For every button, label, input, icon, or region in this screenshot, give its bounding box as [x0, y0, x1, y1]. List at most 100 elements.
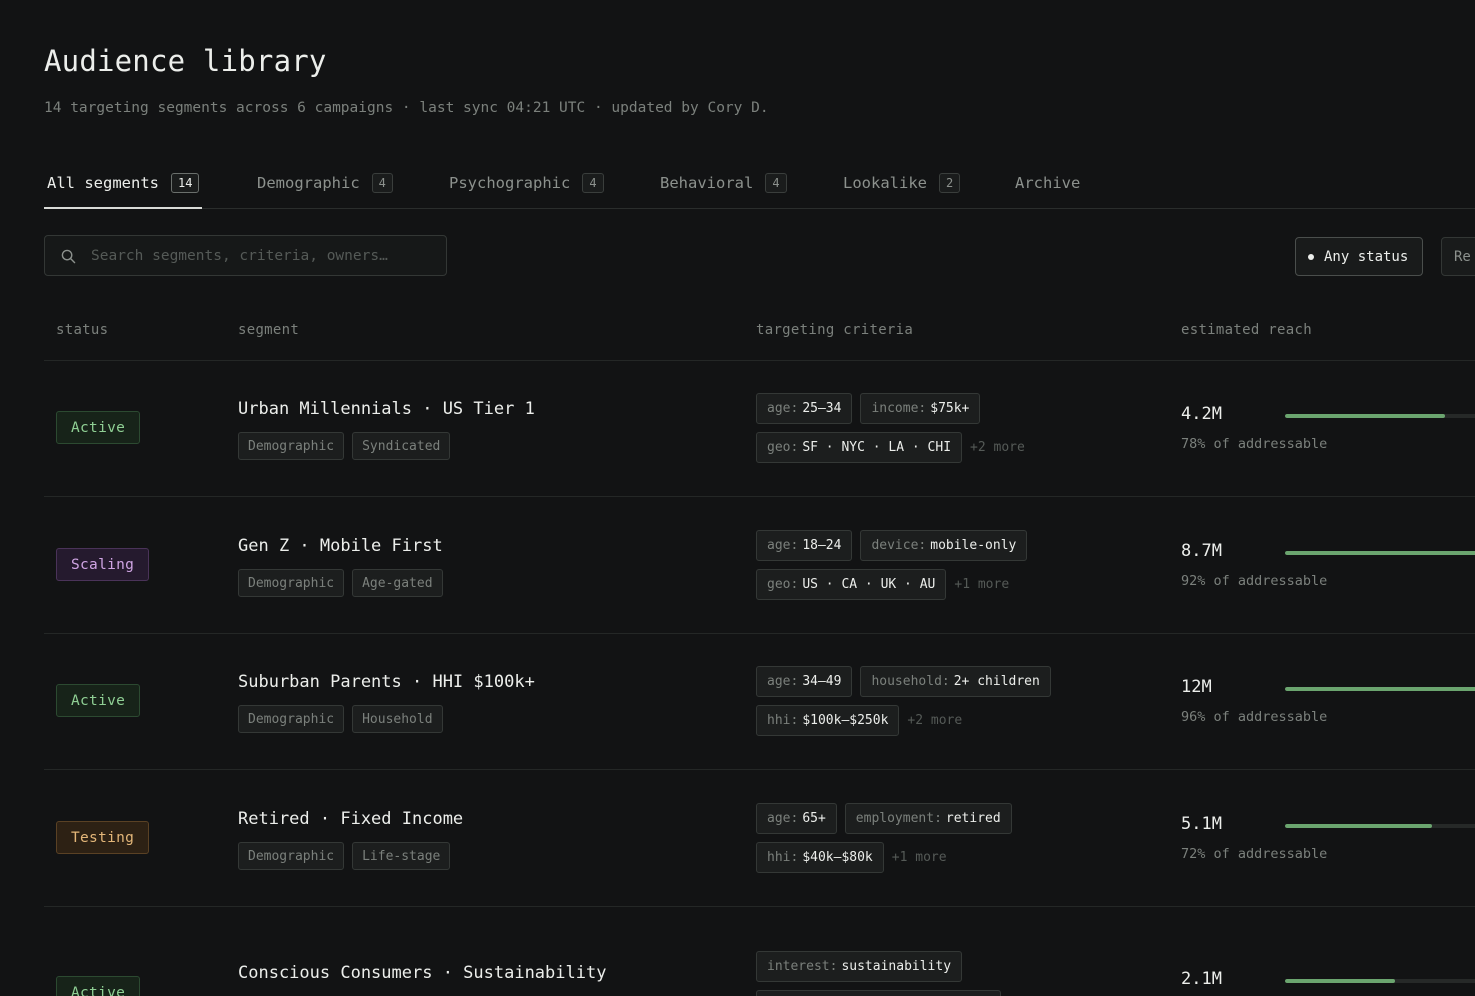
page-subtitle: 14 targeting segments across 6 campaigns…: [44, 100, 769, 116]
criteria-chip[interactable]: device: mobile-only: [860, 530, 1028, 561]
criteria-key: age:: [767, 401, 799, 416]
reach-bar-fill: [1285, 414, 1446, 418]
search-icon: [61, 249, 76, 264]
reach-bar-fill: [1285, 687, 1475, 691]
reach-percent: 78% of addressable: [1181, 436, 1328, 452]
reach-bar: [1285, 414, 1475, 418]
search-input[interactable]: [91, 236, 431, 275]
segment-tag: Demographic: [238, 705, 345, 733]
column-header-status[interactable]: status: [56, 322, 108, 338]
status-filter-button[interactable]: Any status: [1295, 237, 1424, 276]
segment-tag: Demographic: [238, 432, 345, 460]
criteria-chip[interactable]: age: 65+: [756, 803, 837, 834]
tab-label: Psychographic: [449, 174, 571, 192]
reach-bar: [1285, 824, 1475, 828]
tab-count-badge: 4: [371, 173, 393, 193]
column-header-segment[interactable]: segment: [238, 322, 299, 338]
criteria-chip[interactable]: age: 18–24: [756, 530, 853, 561]
tab-label: Lookalike: [843, 174, 927, 192]
segment-tags: Demographic Household: [238, 705, 443, 733]
criteria-value: retired: [945, 811, 1001, 826]
tab-lookalike[interactable]: Lookalike 2: [843, 158, 961, 208]
criteria-value: SF · NYC · LA · CHI: [802, 440, 952, 455]
tab-psychographic[interactable]: Psychographic 4: [449, 158, 604, 208]
reach-value: 2.1M: [1181, 969, 1222, 989]
criteria-key: age:: [767, 674, 799, 689]
tab-count-badge: 4: [765, 173, 787, 193]
criteria-chip[interactable]: geo: US · CA · UK · AU: [756, 569, 947, 600]
criteria-value: mobile-only: [930, 538, 1017, 553]
segment-name[interactable]: Gen Z · Mobile First: [238, 536, 443, 556]
table-row[interactable]: Active Conscious Consumers · Sustainabili…: [44, 906, 1475, 996]
reach-percent: 72% of addressable: [1181, 846, 1328, 862]
reach-value: 5.1M: [1181, 814, 1222, 834]
search-box[interactable]: [44, 235, 447, 276]
criteria-chip[interactable]: geo: SF · NYC · LA · CHI: [756, 432, 963, 463]
segment-tag: Age-gated: [352, 569, 443, 597]
reach-percent: 92% of addressable: [1181, 573, 1328, 589]
tab-archive[interactable]: Archive: [1015, 158, 1080, 208]
column-header-reach[interactable]: estimated reach: [1181, 322, 1312, 338]
criteria-key: employment:: [855, 811, 942, 826]
table-row[interactable]: Active Suburban Parents · HHI $100k+ Demog…: [44, 633, 1475, 770]
status-badge: Testing: [56, 821, 150, 854]
segment-name[interactable]: Retired · Fixed Income: [238, 809, 463, 829]
tab-label: Behavioral: [660, 174, 754, 192]
criteria-key: income:: [871, 401, 927, 416]
criteria-value: sustainability: [841, 959, 952, 974]
criteria-chip[interactable]: age: 34–49: [756, 666, 853, 697]
tab-demographic[interactable]: Demographic 4: [257, 158, 393, 208]
criteria-chip[interactable]: age: 25–34: [756, 393, 853, 424]
criteria-line: values:eco · ethical · local: [756, 990, 1002, 996]
criteria-value: 65+: [802, 811, 826, 826]
reach-bar-fill: [1285, 979, 1395, 983]
segment-tag: Life-stage: [352, 842, 451, 870]
table-row[interactable]: Testing Retired · Fixed Income Demographic…: [44, 770, 1475, 907]
criteria-value: 25–34: [802, 401, 842, 416]
criteria-chip[interactable]: household: 2+ children: [860, 666, 1051, 697]
criteria-chip[interactable]: hhi: $40k–$80k: [756, 842, 884, 873]
tab-behavioral[interactable]: Behavioral 4: [660, 158, 787, 208]
segment-name[interactable]: Suburban Parents · HHI $100k+: [238, 672, 535, 692]
segment-name[interactable]: Conscious Consumers · Sustainability: [238, 963, 606, 983]
tab-count-badge: 2: [939, 173, 961, 193]
criteria-chip[interactable]: employment: retired: [844, 803, 1012, 834]
segment-tags: Demographic Life-stage: [238, 842, 451, 870]
secondary-filter-label: Re: [1454, 248, 1471, 265]
more-criteria-link[interactable]: +1 more: [892, 850, 947, 865]
segment-tabs: All segments 14 Demographic 4 Psychographic 4…: [44, 158, 1475, 209]
criteria-key: hhi:: [767, 850, 799, 865]
status-dot-icon: [1308, 253, 1314, 260]
more-criteria-link[interactable]: +2 more: [970, 440, 1025, 455]
more-criteria-link[interactable]: +1 more: [954, 577, 1009, 592]
criteria-chip[interactable]: income: $75k+: [860, 393, 981, 424]
criteria-value: 34–49: [802, 674, 842, 689]
reach-bar: [1285, 687, 1475, 691]
criteria-line: geo: US · CA · UK · AU +1 more: [756, 569, 1009, 600]
criteria-key: device:: [871, 538, 927, 553]
tab-label: All segments: [47, 174, 159, 192]
reach-bar: [1285, 551, 1475, 555]
tab-all-segments[interactable]: All segments 14: [44, 158, 203, 209]
table-row[interactable]: Scaling Gen Z · Mobile First Demographic Ag…: [44, 497, 1475, 634]
criteria-line: age: 34–49 household: 2+ children: [756, 666, 1051, 697]
criteria-line: hhi: $100k–$250k +2 more: [756, 705, 962, 736]
secondary-filter-button[interactable]: Re: [1441, 237, 1475, 276]
status-badge: Active: [56, 411, 141, 444]
criteria-line: hhi: $40k–$80k +1 more: [756, 842, 947, 873]
criteria-chip[interactable]: hhi: $100k–$250k: [756, 705, 900, 736]
criteria-chip[interactable]: interest: sustainability: [756, 951, 963, 982]
segment-tags: Demographic Age-gated: [238, 569, 443, 597]
criteria-key: age:: [767, 811, 799, 826]
criteria-chip[interactable]: values:eco · ethical · local: [756, 990, 1002, 996]
tab-count-badge: 4: [582, 173, 604, 193]
criteria-key: household:: [871, 674, 950, 689]
criteria-key: geo:: [767, 440, 799, 455]
column-header-criteria[interactable]: targeting criteria: [756, 322, 913, 338]
table-row[interactable]: Active Urban Millennials · US Tier 1 Demog…: [44, 360, 1475, 497]
criteria-value: US · CA · UK · AU: [802, 577, 936, 592]
reach-bar-fill: [1285, 551, 1475, 555]
segment-name[interactable]: Urban Millennials · US Tier 1: [238, 399, 535, 419]
segment-tag: Demographic: [238, 842, 345, 870]
more-criteria-link[interactable]: +2 more: [907, 713, 962, 728]
